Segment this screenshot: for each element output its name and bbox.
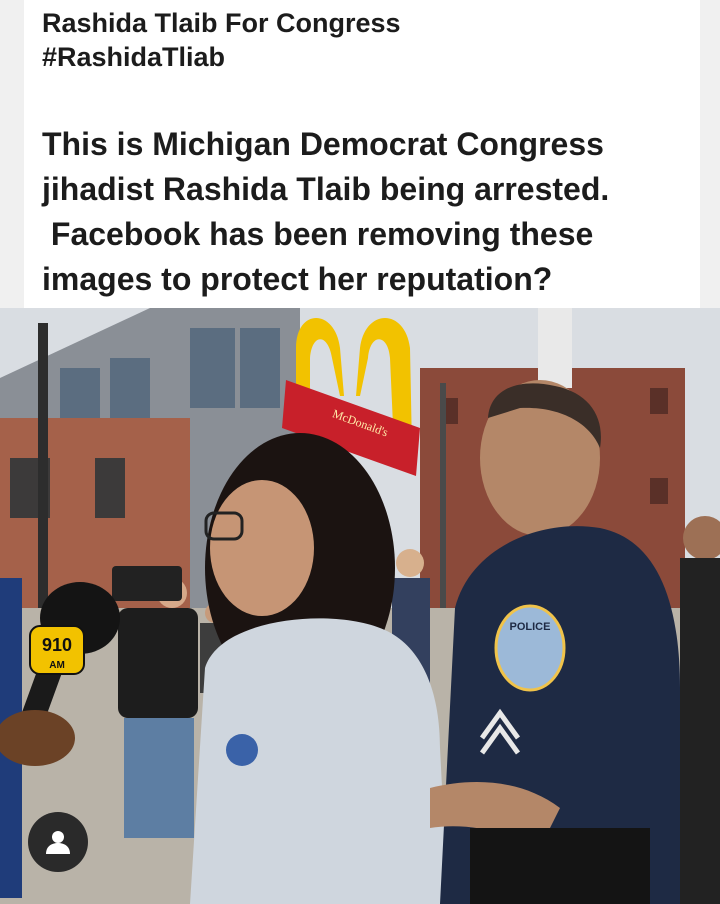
building-window [190, 328, 235, 408]
woman-jacket [190, 618, 448, 904]
post-body-line: images to protect her reputation? [42, 261, 553, 297]
post-author[interactable]: Rashida Tlaib For Congress #RashidaTliab [42, 6, 401, 74]
video-camera [112, 566, 182, 601]
mic-flag-sub: AM [49, 660, 65, 671]
right-man-body [680, 558, 720, 904]
user-avatar-icon [46, 831, 70, 854]
post-photo: McDonald's 910 AM POLICE [0, 308, 720, 904]
patch-text: POLICE [510, 621, 551, 633]
post-body-line: This is Michigan Democrat Congress [42, 126, 604, 162]
woman-face [210, 480, 314, 616]
post-body: This is Michigan Democrat Congress jihad… [42, 122, 692, 302]
duty-belt [470, 828, 650, 904]
lamp-post [38, 323, 48, 623]
post-card: Rashida Tlaib For Congress #RashidaTliab… [24, 0, 700, 308]
building-window [110, 358, 150, 418]
building-window [650, 388, 668, 414]
cameraman-shirt [118, 608, 198, 718]
police-patch [494, 604, 566, 692]
cameraman-jeans [124, 718, 194, 838]
lamp-post [440, 383, 446, 613]
bystander-head [396, 549, 424, 577]
photo-illustration: McDonald's 910 AM POLICE [0, 308, 720, 904]
author-hashtag[interactable]: #RashidaTliab [42, 40, 401, 74]
user-avatar-button[interactable] [28, 812, 88, 872]
author-name[interactable]: Rashida Tlaib For Congress [42, 6, 401, 40]
mic-flag-number: 910 [42, 635, 72, 655]
campaign-button [226, 734, 258, 766]
post-body-line: Facebook has been removing these [42, 216, 594, 252]
smokestack [538, 308, 572, 388]
building-window [95, 458, 125, 518]
building-window [240, 328, 280, 408]
post-body-line: jihadist Rashida Tlaib being arrested. [42, 171, 610, 207]
building-window [650, 478, 668, 504]
